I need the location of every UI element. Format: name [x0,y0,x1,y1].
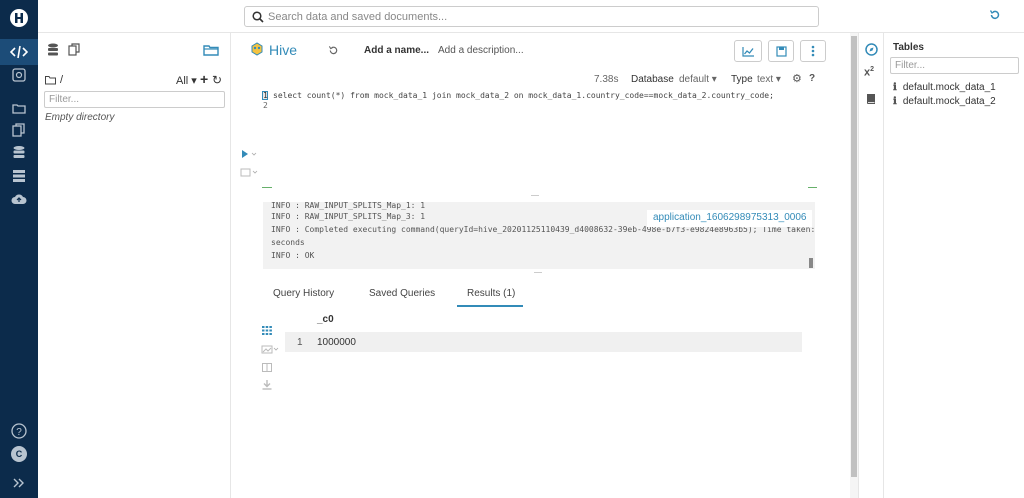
row-number: 1 [297,337,303,348]
settings-gear-icon[interactable]: ⚙ [792,72,802,85]
files-tab-icon[interactable] [68,43,81,56]
file-filter-input[interactable]: Filter... [44,91,225,108]
type-label: Type [731,74,753,85]
chart-view-icon[interactable] [261,345,279,354]
editor-scrollbar-thumb[interactable] [851,36,857,477]
tab-query-history[interactable]: Query History [273,288,334,299]
save-button[interactable] [768,40,794,62]
grid-view-icon[interactable] [262,326,272,335]
add-icon[interactable]: + [200,71,208,87]
play-icon [242,150,257,158]
dialect-label[interactable]: Hive [269,42,297,58]
svg-text:?: ? [16,427,22,438]
active-tab-underline [457,305,523,307]
query-editor: Hive Add a name... Add a description... … [231,33,858,498]
execution-time: 7.38s [594,74,619,85]
table-browser-icon[interactable] [9,166,29,186]
database-value: default [679,74,710,85]
global-search-input[interactable]: Search data and saved documents... [244,6,819,27]
file-browser-panel: / All ▾ + ↻ Filter... Empty directory [38,33,231,498]
expand-nav-icon[interactable] [9,473,29,493]
scope-value: All [176,75,189,87]
editor-corner-marker [808,187,817,188]
user-avatar[interactable]: C [9,444,29,464]
editor-code-icon[interactable] [9,42,29,62]
database-label: Database [631,74,674,85]
documents-icon[interactable] [9,98,29,118]
application-link[interactable]: application_1606298975313_0006 [647,210,813,227]
upload-cloud-icon[interactable] [9,189,29,209]
current-path[interactable]: / [60,74,63,86]
type-selector[interactable]: text ▾ [757,74,781,85]
refresh-icon[interactable]: ↻ [212,73,222,87]
dashboard-icon[interactable] [9,65,29,85]
more-vertical-icon [811,45,815,57]
compass-icon[interactable] [865,43,878,56]
user-initial: C [11,446,27,462]
columns-toggle-icon[interactable] [262,363,272,372]
log-scrollbar[interactable] [809,258,813,268]
scope-dropdown[interactable]: All ▾ [176,74,197,87]
table-name: default.mock_data_1 [902,82,996,93]
history-icon[interactable] [989,9,1001,21]
hive-logo-icon [249,42,265,56]
log-line: INFO : RAW_INPUT_SPLITS_Map_3: 1 [271,212,426,221]
table-row: 1 1000000 [285,332,802,352]
tab-saved-queries[interactable]: Saved Queries [369,288,435,299]
log-line: seconds [271,238,305,247]
resize-handle[interactable] [531,195,539,196]
info-icon[interactable]: ℹ [893,96,897,107]
functions-icon[interactable]: x2 [864,66,874,79]
editor-scrollbar-track[interactable] [850,33,858,498]
tab-results[interactable]: Results (1) [467,288,515,299]
more-menu-button[interactable] [800,40,826,62]
search-icon [252,11,264,23]
download-icon[interactable] [262,380,272,390]
query-name-field[interactable]: Add a name... [364,45,429,56]
info-icon[interactable]: ℹ [893,82,897,93]
list-item[interactable]: ℹ default.mock_data_2 [893,95,996,107]
chart-button[interactable] [734,40,762,62]
assist-strip: x2 [858,33,883,498]
query-description-field[interactable]: Add a description... [438,45,524,56]
editor-corner-marker [262,187,272,188]
result-column-header[interactable]: _c0 [317,314,334,325]
left-navbar: ? C [0,0,38,498]
hue-logo-icon[interactable] [9,8,29,28]
help-icon[interactable]: ? [9,421,29,441]
tables-filter-placeholder: Filter... [895,60,926,71]
list-item[interactable]: ℹ default.mock_data_1 [893,81,996,93]
log-line: INFO : OK [271,251,315,260]
database-icon[interactable] [9,143,29,163]
folder-icon [45,75,56,85]
line-number-1: 1 [263,91,268,100]
database-selector[interactable]: default ▾ [679,74,717,85]
database-tab-icon[interactable] [47,43,59,57]
line-number-2: 2 [263,101,268,110]
snippet-options-icon[interactable] [240,168,258,177]
book-icon[interactable] [865,93,877,105]
tables-panel: Tables Filter... ℹ default.mock_data_1 ℹ… [883,33,1024,498]
table-name: default.mock_data_2 [902,96,996,107]
type-value: text [757,74,774,85]
file-filter-placeholder: Filter... [49,94,80,105]
search-placeholder: Search data and saved documents... [268,11,448,23]
save-icon [775,45,787,57]
documents-tab-icon[interactable] [203,43,219,56]
query-log: INFO : RAW_INPUT_SPLITS_Map_1: 1 INFO : … [263,202,815,269]
run-query-button[interactable] [241,150,257,158]
empty-directory-text: Empty directory [45,112,115,123]
result-cell[interactable]: 1000000 [317,337,356,348]
query-history-icon[interactable] [328,45,339,56]
sql-query-text[interactable]: select count(*) from mock_data_1 join mo… [273,91,774,100]
tables-filter-input[interactable]: Filter... [890,57,1019,74]
line-chart-icon [741,46,754,57]
resize-handle[interactable] [534,272,542,273]
files-icon[interactable] [9,120,29,140]
help-question-icon[interactable]: ? [809,73,815,84]
tables-title: Tables [893,42,924,53]
